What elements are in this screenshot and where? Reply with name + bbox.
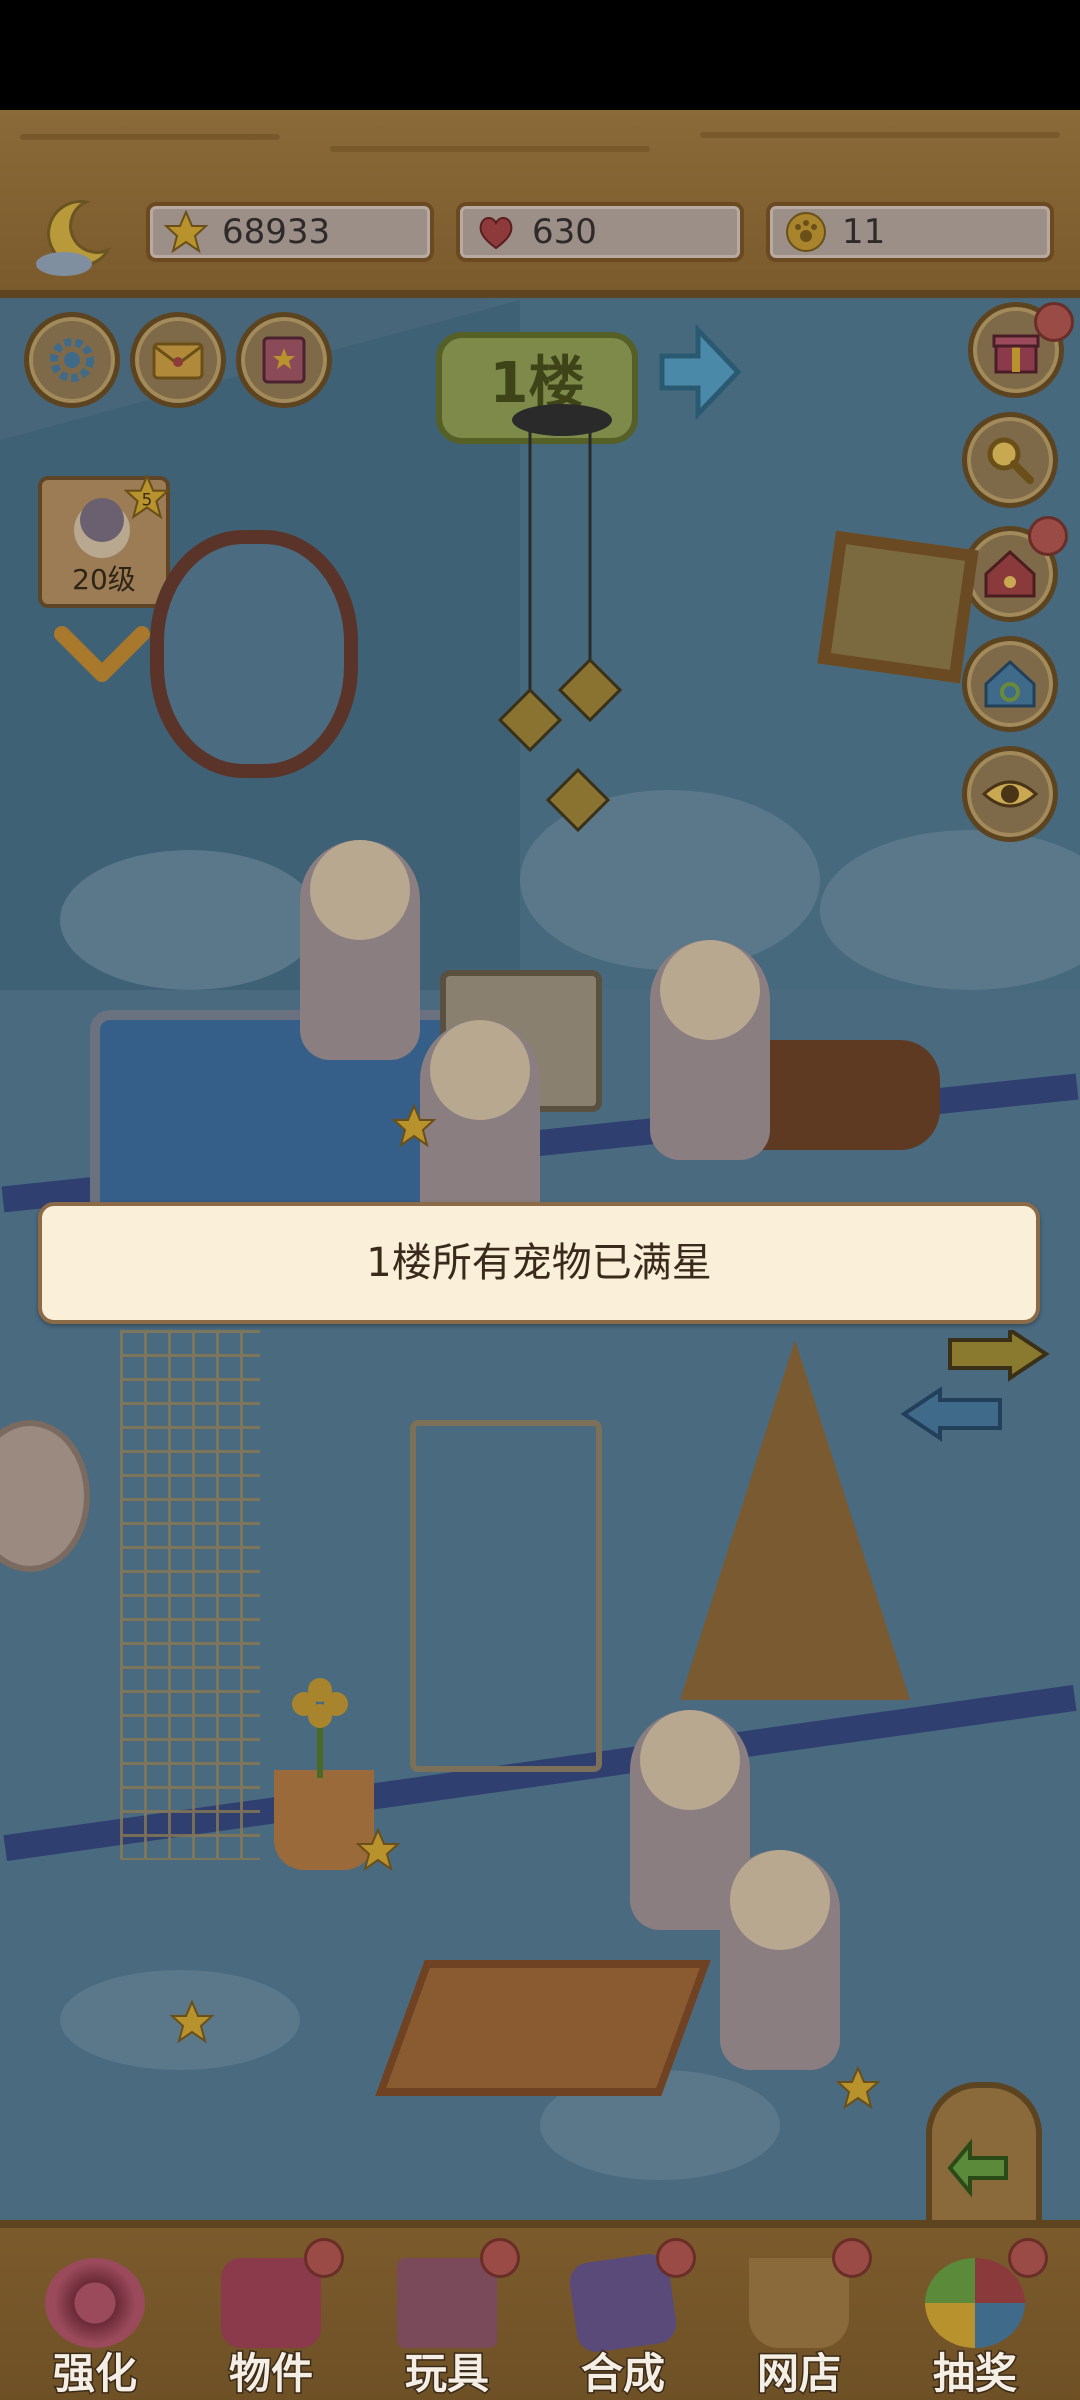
game-scene: 68933 630 11 1楼 5 20级 1楼所有宠物已满星 强化 物件 玩具… [0, 110, 1080, 2400]
collectible-star-icon[interactable] [836, 2066, 880, 2110]
pet-girl-pink[interactable] [300, 840, 420, 1060]
envelope-heart-icon [152, 342, 204, 380]
gift-badge [1034, 302, 1074, 342]
collectible-star-icon[interactable] [392, 1104, 436, 1148]
star-count: 68933 [222, 212, 331, 252]
book-icon [262, 336, 306, 384]
level-star-badge: 5 [124, 474, 170, 520]
swap-arrows-icon[interactable] [900, 1330, 1050, 1450]
decorate-button[interactable] [962, 636, 1058, 732]
next-floor-arrow-icon[interactable] [656, 322, 742, 422]
tab-strengthen[interactable]: 强化 [10, 2228, 180, 2400]
cloud-mirror [150, 530, 358, 778]
exit-door-button[interactable] [926, 2082, 1042, 2234]
resource-bar: 68933 630 11 [0, 110, 1080, 298]
tab-shop[interactable]: 网店 [714, 2228, 884, 2400]
corner-shelf [410, 1420, 602, 1772]
magnifier-button[interactable] [962, 412, 1058, 508]
bottom-nav: 强化 物件 玩具 合成 网店 抽奖 [0, 2220, 1080, 2400]
tab-items[interactable]: 物件 [186, 2228, 356, 2400]
heart-count: 630 [532, 212, 597, 252]
mail-button[interactable] [130, 312, 226, 408]
eye-icon [981, 780, 1039, 808]
shop-badge [832, 2238, 872, 2278]
chevron-down-icon[interactable] [54, 620, 150, 690]
toys-badge [480, 2238, 520, 2278]
collectible-star-icon[interactable] [170, 2000, 214, 2044]
paw-coin-icon [786, 212, 826, 252]
items-badge [304, 2238, 344, 2278]
heart-counter: 630 [456, 202, 744, 262]
toy-house-icon [397, 2258, 497, 2348]
merge-badge [656, 2238, 696, 2278]
toast-message: 1楼所有宠物已满星 [38, 1202, 1040, 1324]
rope-net [120, 1330, 260, 1860]
star-icon [164, 210, 208, 254]
magnifier-icon [987, 437, 1034, 484]
flower-icon [292, 1678, 348, 1778]
tab-lottery-label: 抽奖 [931, 2348, 1018, 2400]
tab-toys-label: 玩具 [403, 2348, 490, 2400]
toast-text: 1楼所有宠物已满星 [366, 1240, 712, 1286]
gear-icon [50, 338, 94, 382]
pet-house-badge [1028, 516, 1068, 556]
coin-counter: 11 [766, 202, 1054, 262]
view-button[interactable] [962, 746, 1058, 842]
piano-icon [221, 2258, 321, 2348]
tab-shop-label: 网店 [755, 2348, 842, 2400]
pet-level-label: 20级 [72, 563, 136, 596]
wall-painting [817, 530, 979, 684]
tab-merge-label: 合成 [579, 2348, 666, 2400]
tab-items-label: 物件 [227, 2348, 314, 2400]
tab-toys[interactable]: 玩具 [362, 2228, 532, 2400]
back-arrow-icon [947, 2138, 1008, 2198]
pet-level-card[interactable]: 5 20级 [38, 474, 170, 608]
pet-girl-grey[interactable] [650, 940, 770, 1160]
welcome-mat [375, 1960, 711, 2096]
paw-house-icon [984, 549, 1036, 598]
wheel-icon [925, 2258, 1025, 2348]
pet-mouse-girl[interactable] [720, 1850, 840, 2070]
heart-wings-icon [479, 217, 513, 250]
moon-icon[interactable] [28, 192, 118, 282]
svg-text:5: 5 [142, 489, 153, 509]
lottery-badge [1008, 2238, 1048, 2278]
album-button[interactable] [236, 312, 332, 408]
swirl-candy-icon [45, 2258, 145, 2348]
house-refresh-icon [984, 659, 1036, 708]
tab-lottery[interactable]: 抽奖 [890, 2228, 1060, 2400]
chandelier [497, 404, 623, 833]
tab-strengthen-label: 强化 [51, 2348, 138, 2400]
basket-icon [749, 2258, 849, 2348]
collectible-star-icon[interactable] [356, 1828, 400, 1872]
star-counter: 68933 [146, 202, 434, 262]
status-bar [0, 0, 1080, 110]
coin-count: 11 [842, 212, 886, 252]
settings-button[interactable] [24, 312, 120, 408]
tab-merge[interactable]: 合成 [538, 2228, 708, 2400]
